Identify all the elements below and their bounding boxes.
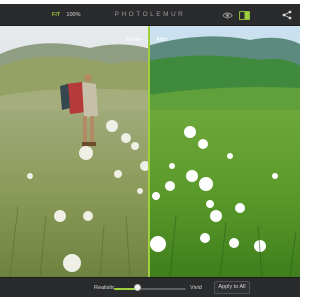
compare-split-handle[interactable]: [148, 26, 150, 277]
compare-view-icon[interactable]: [239, 10, 250, 20]
style-slider[interactable]: [114, 288, 186, 290]
apply-to-all-button[interactable]: Apply to All: [214, 281, 250, 294]
photolemur-window: FIT 100% PHOTOLEMUR Before After Realist…: [0, 0, 300, 300]
view-controls: [222, 9, 250, 21]
before-label: Before: [126, 37, 143, 43]
bottom-toolbar: Realistic Vivid Apply to All: [0, 277, 300, 297]
vivid-label: Vivid: [190, 285, 202, 291]
after-label: After: [156, 37, 168, 43]
eye-icon[interactable]: [222, 11, 233, 20]
photo-canvas[interactable]: Before After: [0, 26, 300, 277]
top-toolbar: FIT 100% PHOTOLEMUR: [0, 4, 300, 26]
app-title: PHOTOLEMUR: [114, 11, 186, 18]
realistic-label: Realistic: [94, 285, 115, 291]
landscape-photo: [0, 26, 300, 277]
share-icon[interactable]: [282, 10, 292, 20]
